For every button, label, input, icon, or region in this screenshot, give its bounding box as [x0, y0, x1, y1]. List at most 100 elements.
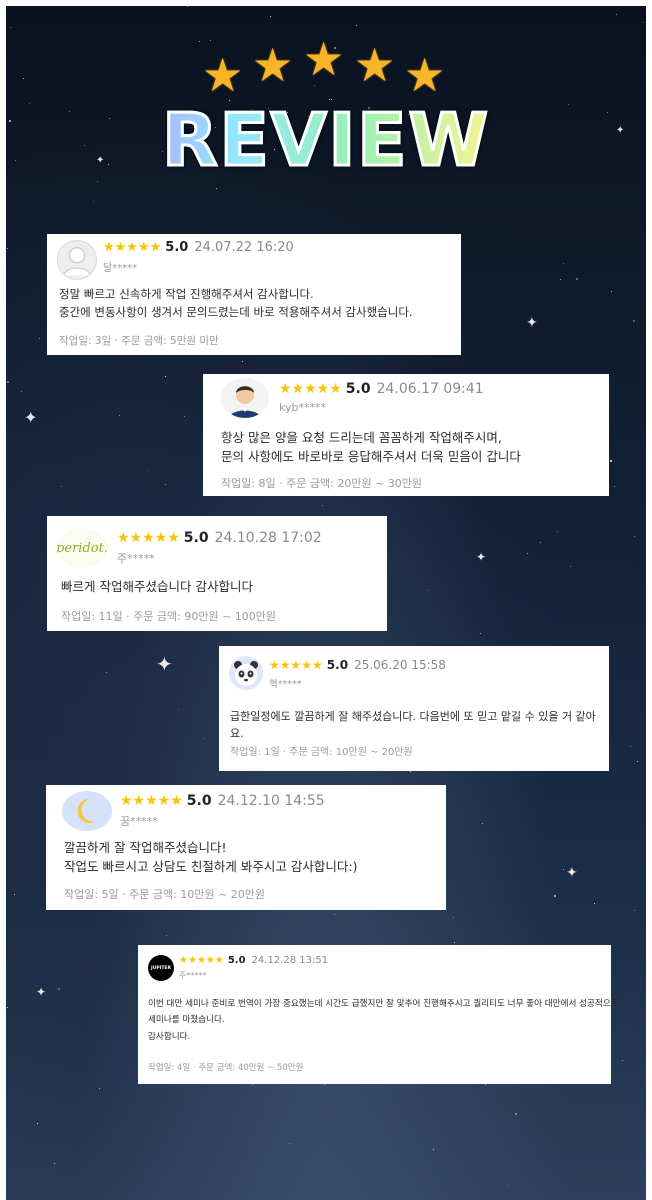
man-portrait-icon	[221, 378, 269, 418]
review-text: 급한일정에도 깔끔하게 잘 해주셨습니다. 다음번에 또 믿고 맡길 수 있을 …	[230, 710, 596, 741]
star-dot	[54, 1163, 55, 1164]
rating-stars: ★★★★★	[279, 381, 342, 397]
star-dot	[622, 1060, 623, 1061]
star-dot	[480, 633, 481, 634]
star-dot	[563, 263, 564, 264]
order-meta: 작업일: 3일 · 주문 금액: 5만원 미만	[59, 335, 219, 347]
star-dot	[10, 27, 11, 28]
star-dot	[614, 486, 615, 487]
gold-star-icon: ★	[303, 32, 345, 86]
star-dot	[203, 738, 204, 739]
star-dot	[453, 917, 454, 918]
gold-star-icon: ★	[404, 48, 446, 102]
rating-score: 5.0	[345, 381, 371, 397]
reviewer-name: kyb*****	[279, 401, 326, 414]
gold-star-icon: ★	[202, 48, 244, 102]
review-date: 24.10.28 17:02	[214, 530, 322, 546]
reviewer-name: 달*****	[103, 263, 138, 274]
rating-score: 5.0	[165, 240, 189, 255]
rating-line: ★★★★★ 5.0 24.12.10 14:55	[120, 793, 325, 809]
star-dot	[594, 903, 595, 904]
star-dot	[119, 415, 120, 416]
rating-line: ★★★★★ 5.0 25.06.20 15:58	[269, 658, 446, 672]
star-dot	[7, 248, 8, 249]
order-meta: 작업일: 5일 · 주문 금액: 10만원 ~ 20만원	[64, 888, 266, 901]
rating-score: 5.0	[227, 955, 246, 966]
star-dot	[97, 181, 98, 182]
star-dot	[187, 6, 188, 7]
star-dot	[610, 460, 612, 462]
star-dot	[252, 1084, 253, 1085]
star-dot	[106, 672, 107, 673]
star-dot	[427, 590, 428, 591]
sparkle-icon: ✦	[526, 315, 538, 331]
rating-stars: ★★★★★	[120, 793, 183, 809]
star-dot	[166, 935, 167, 936]
order-meta: 작업일: 4일 · 주문 금액: 40만원 ~ 50만원	[148, 1063, 304, 1073]
sparkle-icon: ✦	[476, 550, 487, 564]
star-dot	[563, 869, 564, 870]
star-dot	[630, 746, 631, 747]
review-date: 24.07.22 16:20	[194, 240, 294, 255]
peridot-logo: peridot.	[57, 528, 107, 568]
star-dot	[21, 391, 22, 392]
star-dot	[39, 338, 40, 339]
review-text: 빠르게 작업해주셨습니다 감사합니다	[61, 579, 253, 594]
sparkle-icon: ✦	[156, 652, 173, 676]
review-date: 25.06.20 15:58	[354, 658, 446, 672]
review-card: peridot. ★★★★★ 5.0 24.10.28 17:02 주*****…	[47, 516, 387, 631]
rating-score: 5.0	[183, 530, 209, 546]
star-dot	[14, 894, 15, 895]
jupiter-logo: JUPITER	[148, 955, 174, 981]
star-dot	[557, 531, 558, 532]
star-dot	[93, 201, 94, 202]
star-dot	[637, 761, 638, 762]
sparkle-icon: ✦	[36, 985, 47, 999]
star-dot	[184, 416, 185, 417]
gold-star-icon: ★	[354, 38, 396, 92]
star-dot	[322, 505, 323, 506]
star-dot	[61, 486, 62, 487]
reviewer-name: 꿈*****	[120, 815, 158, 828]
default-profile-icon	[57, 240, 97, 280]
rating-stars: ★★★★★	[269, 658, 323, 672]
review-date: 24.06.17 09:41	[376, 381, 484, 397]
star-dot	[576, 278, 578, 280]
gold-star-icon: ★	[252, 38, 294, 92]
star-dot	[508, 1185, 509, 1186]
sparkle-icon: ✦	[24, 408, 38, 427]
moon-icon	[62, 791, 112, 831]
star-dot	[7, 1007, 8, 1008]
reviewer-name: 주*****	[179, 971, 207, 980]
order-meta: 작업일: 8일 · 주문 금액: 20만원 ~ 30만원	[221, 477, 423, 490]
star-dot	[482, 823, 483, 824]
star-dot	[165, 484, 166, 485]
review-card: ★★★★★ 5.0 24.12.10 14:55 꿈***** 깔끔하게 잘 작…	[46, 785, 446, 910]
star-dot	[611, 291, 612, 292]
star-dot	[454, 942, 455, 943]
rating-line: ★★★★★ 5.0 24.10.28 17:02	[117, 530, 322, 546]
review-card: ★★★★★ 5.0 24.07.22 16:20 달***** 정말 빠르고 신…	[47, 234, 461, 355]
star-dot	[433, 1149, 434, 1150]
sparkle-icon: ✦	[566, 865, 578, 881]
star-dot	[178, 709, 179, 710]
star-dot	[216, 188, 217, 189]
star-dot	[37, 1123, 38, 1124]
review-card: ★★★★★ 5.0 24.06.17 09:41 kyb***** 항상 많은 …	[203, 374, 609, 496]
star-dot	[165, 376, 166, 377]
rating-stars: ★★★★★	[103, 240, 162, 255]
rating-line: ★★★★★ 5.0 24.07.22 16:20	[103, 240, 294, 255]
star-dot	[527, 553, 528, 554]
order-meta: 작업일: 11일 · 주문 금액: 90만원 ~ 100만원	[61, 610, 277, 623]
review-text: 이번 대만 세미나 준비로 번역이 가장 중요했는데 시간도 급했지만 잘 맞추…	[148, 999, 619, 1042]
review-card: ★★★★★ 5.0 25.06.20 15:58 혁***** 급한일정에도 깔…	[219, 646, 609, 771]
star-dot	[334, 914, 335, 915]
review-text: 항상 많은 양을 요청 드리는데 꼼꼼하게 작업해주시며, 문의 사항에도 바로…	[221, 430, 521, 465]
rating-score: 5.0	[326, 658, 349, 672]
panda-icon	[229, 656, 263, 690]
page-title: REVIEW	[0, 103, 652, 178]
star-dot	[289, 1143, 290, 1144]
star-dot	[560, 279, 561, 280]
star-dot	[356, 25, 357, 26]
star-dot	[554, 895, 556, 897]
